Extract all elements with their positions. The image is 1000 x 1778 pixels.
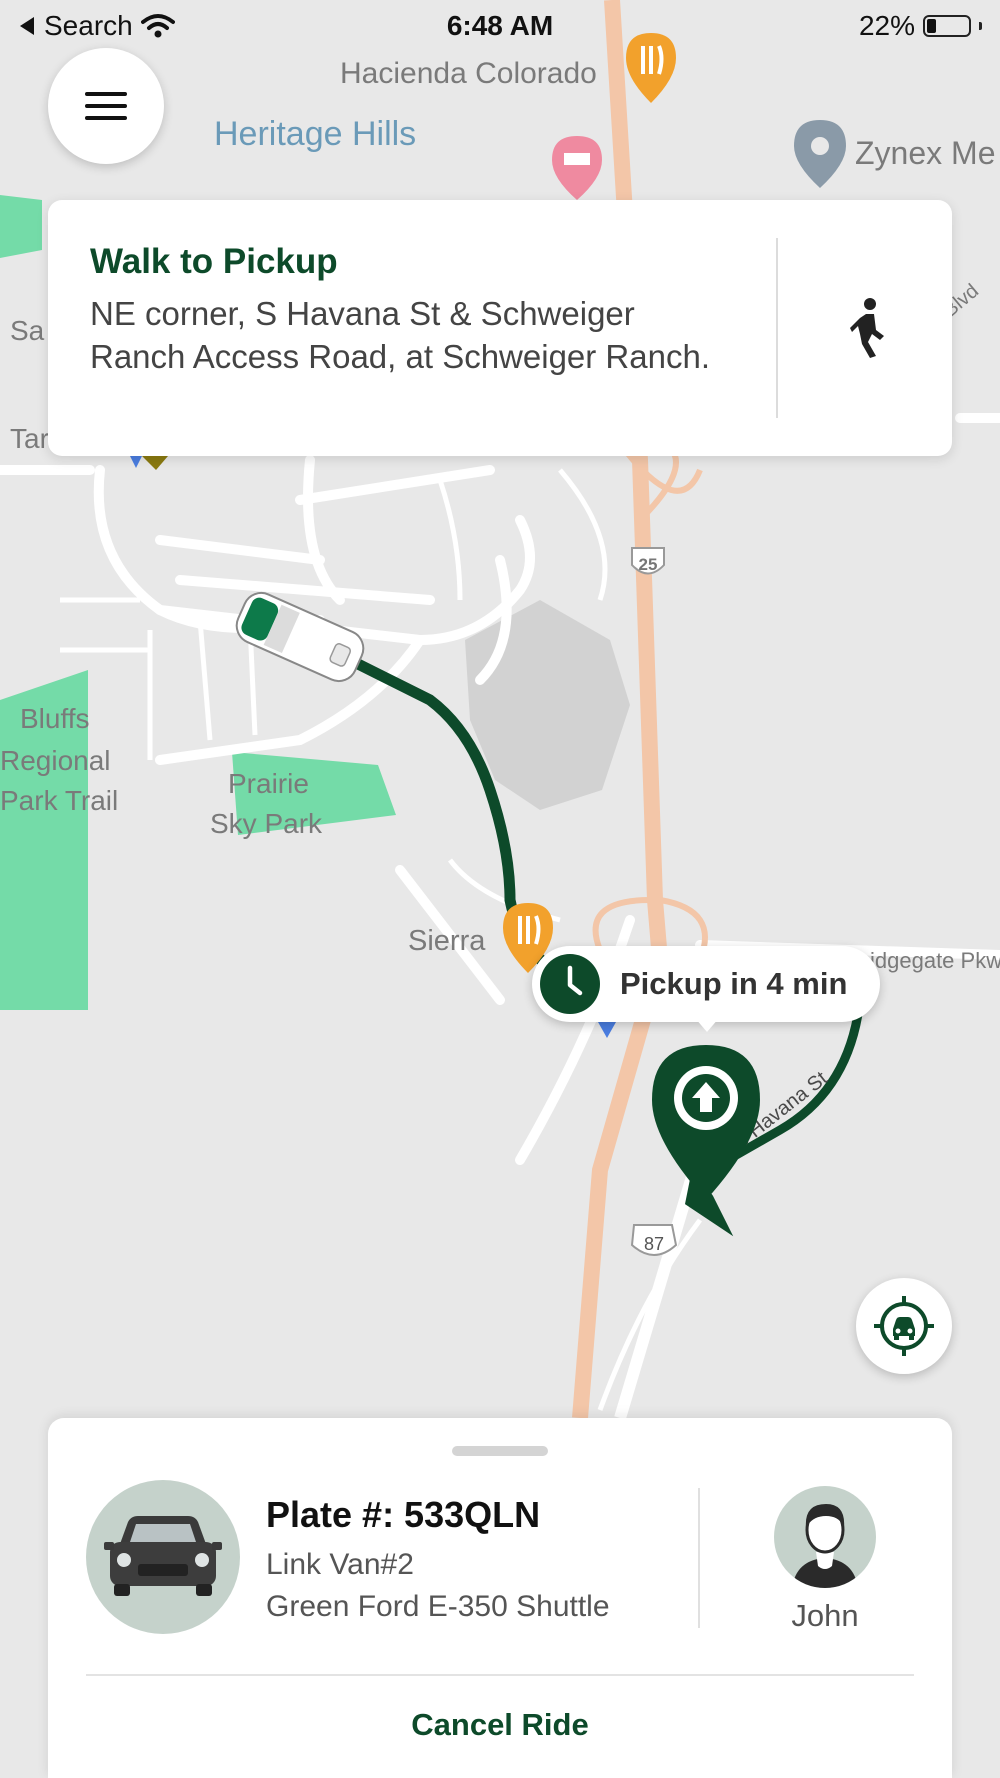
map-label-tar: Tar xyxy=(10,423,49,454)
sheet-divider-vertical xyxy=(698,1488,700,1628)
walking-person-icon xyxy=(850,298,884,358)
svg-text:87: 87 xyxy=(644,1234,664,1254)
map-label-sierra: Sierra xyxy=(408,925,486,957)
pickup-eta-label: Pickup in 4 min xyxy=(620,966,848,1001)
vehicle-avatar xyxy=(86,1480,240,1634)
status-bar: Search 6:48 AM 22% xyxy=(0,0,1000,50)
battery-percent: 22% xyxy=(858,10,915,41)
vehicle-target-icon xyxy=(874,1296,934,1356)
map-label-bluffs-2: Regional xyxy=(0,745,111,776)
locate-vehicle-button[interactable] xyxy=(856,1278,952,1374)
svg-text:25: 25 xyxy=(639,555,658,574)
clock-icon xyxy=(540,954,600,1014)
van-icon xyxy=(104,1516,222,1596)
pickup-eta-bubble: Pickup in 4 min xyxy=(532,946,880,1022)
map-label-sa: Sa xyxy=(10,315,45,346)
shield-87-icon: 87 xyxy=(630,1224,678,1256)
walk-card-description: NE corner, S Havana St & Schweiger Ranch… xyxy=(90,295,710,375)
driver-name: John xyxy=(791,1598,859,1633)
shield-25-icon: 25 xyxy=(631,547,665,575)
map-label-heritage: Heritage Hills xyxy=(214,115,416,153)
map-label-bluffs-1: Bluffs xyxy=(20,703,90,734)
map-label-zynex: Zynex Me xyxy=(855,135,995,171)
battery-indicator: 22% xyxy=(859,10,982,42)
battery-icon xyxy=(923,15,971,37)
app-screen: Hacienda Colorado Heritage Hills Zynex M… xyxy=(0,0,1000,1778)
vehicle-model: Green Ford E-350 Shuttle xyxy=(266,1590,610,1623)
sheet-divider-horizontal xyxy=(86,1674,914,1676)
status-time: 6:48 AM xyxy=(446,10,554,41)
hamburger-menu-icon xyxy=(85,92,127,120)
map-label-prairie-2: Sky Park xyxy=(210,808,323,839)
sheet-drag-handle[interactable] xyxy=(452,1446,548,1456)
map-label-hacienda: Hacienda Colorado xyxy=(340,57,597,90)
map-label-bluffs-3: Park Trail xyxy=(0,785,118,816)
vehicle-plate: Plate #: 533QLN xyxy=(266,1494,541,1535)
walk-to-pickup-card[interactable]: Walk to Pickup NE corner, S Havana St & … xyxy=(48,200,952,456)
ride-details-sheet[interactable]: Plate #: 533QLN Link Van#2 Green Ford E-… xyxy=(48,1418,952,1778)
walk-card-title: Walk to Pickup xyxy=(90,242,338,281)
menu-button[interactable] xyxy=(48,48,164,164)
map-label-ridgegate: idgegate Pkw xyxy=(870,948,1000,973)
driver-person-icon xyxy=(792,1504,858,1588)
map-label-prairie-1: Prairie xyxy=(228,768,309,799)
vehicle-name: Link Van#2 xyxy=(266,1548,414,1581)
park-area-top xyxy=(0,195,42,258)
pickup-eta-bubble-tail xyxy=(695,1018,719,1032)
driver-avatar[interactable] xyxy=(774,1486,876,1588)
cancel-ride-button[interactable]: Cancel Ride xyxy=(48,1690,952,1760)
walk-card-divider xyxy=(776,238,778,418)
